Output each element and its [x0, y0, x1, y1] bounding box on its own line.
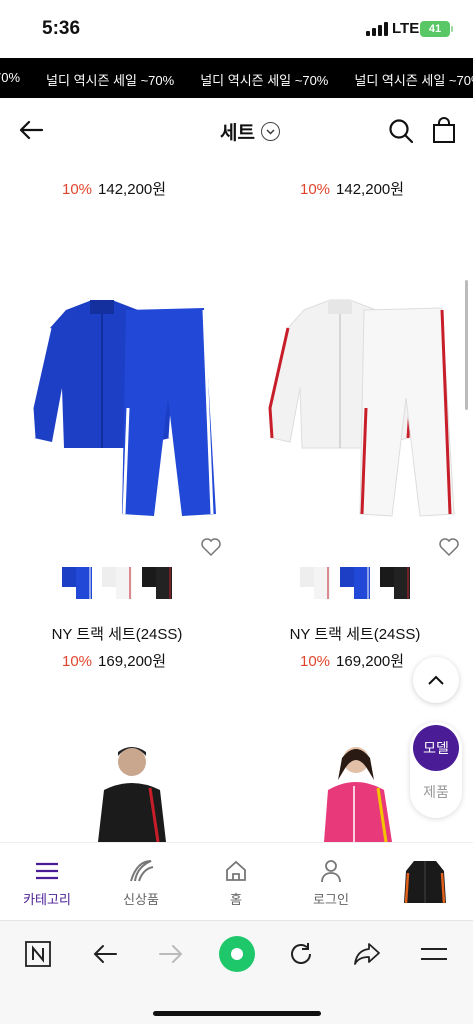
product-name[interactable]: NY 트랙 세트(24SS) — [2, 623, 232, 644]
promo-marquee[interactable]: 70% 널디 역시즌 세일 ~70% 널디 역시즌 세일 ~70% 널디 역시즌… — [0, 58, 473, 98]
menu-icon — [36, 862, 58, 880]
signal-icon — [366, 22, 388, 36]
product-price-row: 10% 142,200원 — [300, 178, 404, 199]
discount-rate: 10% — [300, 653, 331, 670]
page-title: 세트 — [220, 123, 255, 144]
product-view-button[interactable]: 제품 — [410, 782, 462, 802]
discount-rate: 10% — [62, 181, 93, 198]
nav-home[interactable]: 홈 — [201, 857, 271, 908]
marquee-item: 널디 역시즌 세일 ~70% — [46, 73, 175, 88]
product-price-row: 10% 169,200원 — [62, 650, 166, 671]
heart-icon[interactable] — [200, 537, 222, 557]
forward-icon[interactable] — [155, 939, 187, 969]
nav-new-arrival[interactable]: 신상품 — [106, 857, 176, 908]
home-icon — [226, 860, 246, 881]
price-value: 142,200원 — [98, 181, 167, 198]
model-photo[interactable] — [318, 740, 398, 842]
product-price-row: 10% 142,200원 — [62, 178, 166, 199]
green-dot-icon[interactable] — [218, 935, 256, 973]
swatch-white-red[interactable] — [100, 563, 134, 601]
product-price-row: 10% 169,200원 — [300, 650, 404, 671]
price-value: 142,200원 — [336, 181, 405, 198]
swatch-blue[interactable] — [60, 563, 94, 601]
menu-icon[interactable] — [418, 939, 450, 969]
user-icon — [321, 860, 341, 883]
discount-rate: 10% — [62, 653, 93, 670]
product-image[interactable] — [4, 288, 234, 528]
nav-label: 홈 — [230, 892, 242, 907]
network-type: LTE — [392, 20, 420, 37]
marquee-item: 70% — [0, 70, 21, 85]
chevron-down-icon — [260, 122, 280, 141]
model-view-button[interactable]: 모델 — [413, 725, 459, 771]
color-swatches — [298, 563, 412, 601]
nav-category[interactable]: 카테고리 — [12, 857, 82, 908]
product-image[interactable] — [242, 288, 472, 528]
browser-toolbar — [0, 920, 473, 1024]
refresh-icon[interactable] — [285, 939, 317, 969]
recent-product-thumbnail[interactable] — [402, 857, 448, 907]
swatch-black-red[interactable] — [140, 563, 174, 601]
back-icon[interactable] — [89, 939, 121, 969]
battery-icon: 41 — [420, 21, 453, 37]
marquee-item: 널디 역시즌 세일 ~70% — [354, 73, 473, 88]
swatch-white-red[interactable] — [298, 563, 332, 601]
scroll-top-button[interactable] — [413, 657, 459, 703]
status-time: 5:36 — [42, 18, 81, 39]
color-swatches — [60, 563, 174, 601]
view-toggle: 모델 제품 — [410, 722, 462, 818]
bottom-nav: 카테고리 신상품 홈 로그인 — [0, 842, 473, 920]
category-dropdown[interactable]: 세트 — [220, 118, 280, 145]
page-header: 세트 — [0, 98, 473, 162]
battery-level: 41 — [428, 23, 442, 35]
swatch-black-red[interactable] — [378, 563, 412, 601]
nav-label: 로그인 — [313, 892, 349, 907]
price-value: 169,200원 — [336, 653, 405, 670]
share-icon[interactable] — [351, 939, 383, 969]
status-bar: 5:36 LTE 41 — [0, 0, 473, 58]
nav-label: 신상품 — [123, 892, 159, 907]
nav-label: 카테고리 — [23, 892, 71, 907]
nav-login[interactable]: 로그인 — [296, 857, 366, 908]
scrollbar[interactable] — [465, 280, 468, 410]
naver-n-icon[interactable] — [22, 939, 54, 969]
marquee-item: 널디 역시즌 세일 ~70% — [200, 73, 329, 88]
back-arrow-icon[interactable] — [18, 118, 44, 142]
shopping-bag-icon[interactable] — [432, 117, 456, 143]
search-icon[interactable] — [388, 118, 414, 144]
product-name[interactable]: NY 트랙 세트(24SS) — [240, 623, 470, 644]
new-arrival-icon — [130, 860, 154, 882]
model-photo[interactable] — [92, 740, 172, 842]
price-value: 169,200원 — [98, 653, 167, 670]
heart-icon[interactable] — [438, 537, 460, 557]
swatch-blue[interactable] — [338, 563, 372, 601]
discount-rate: 10% — [300, 181, 331, 198]
home-indicator — [153, 1011, 321, 1016]
chevron-up-icon — [428, 675, 444, 685]
